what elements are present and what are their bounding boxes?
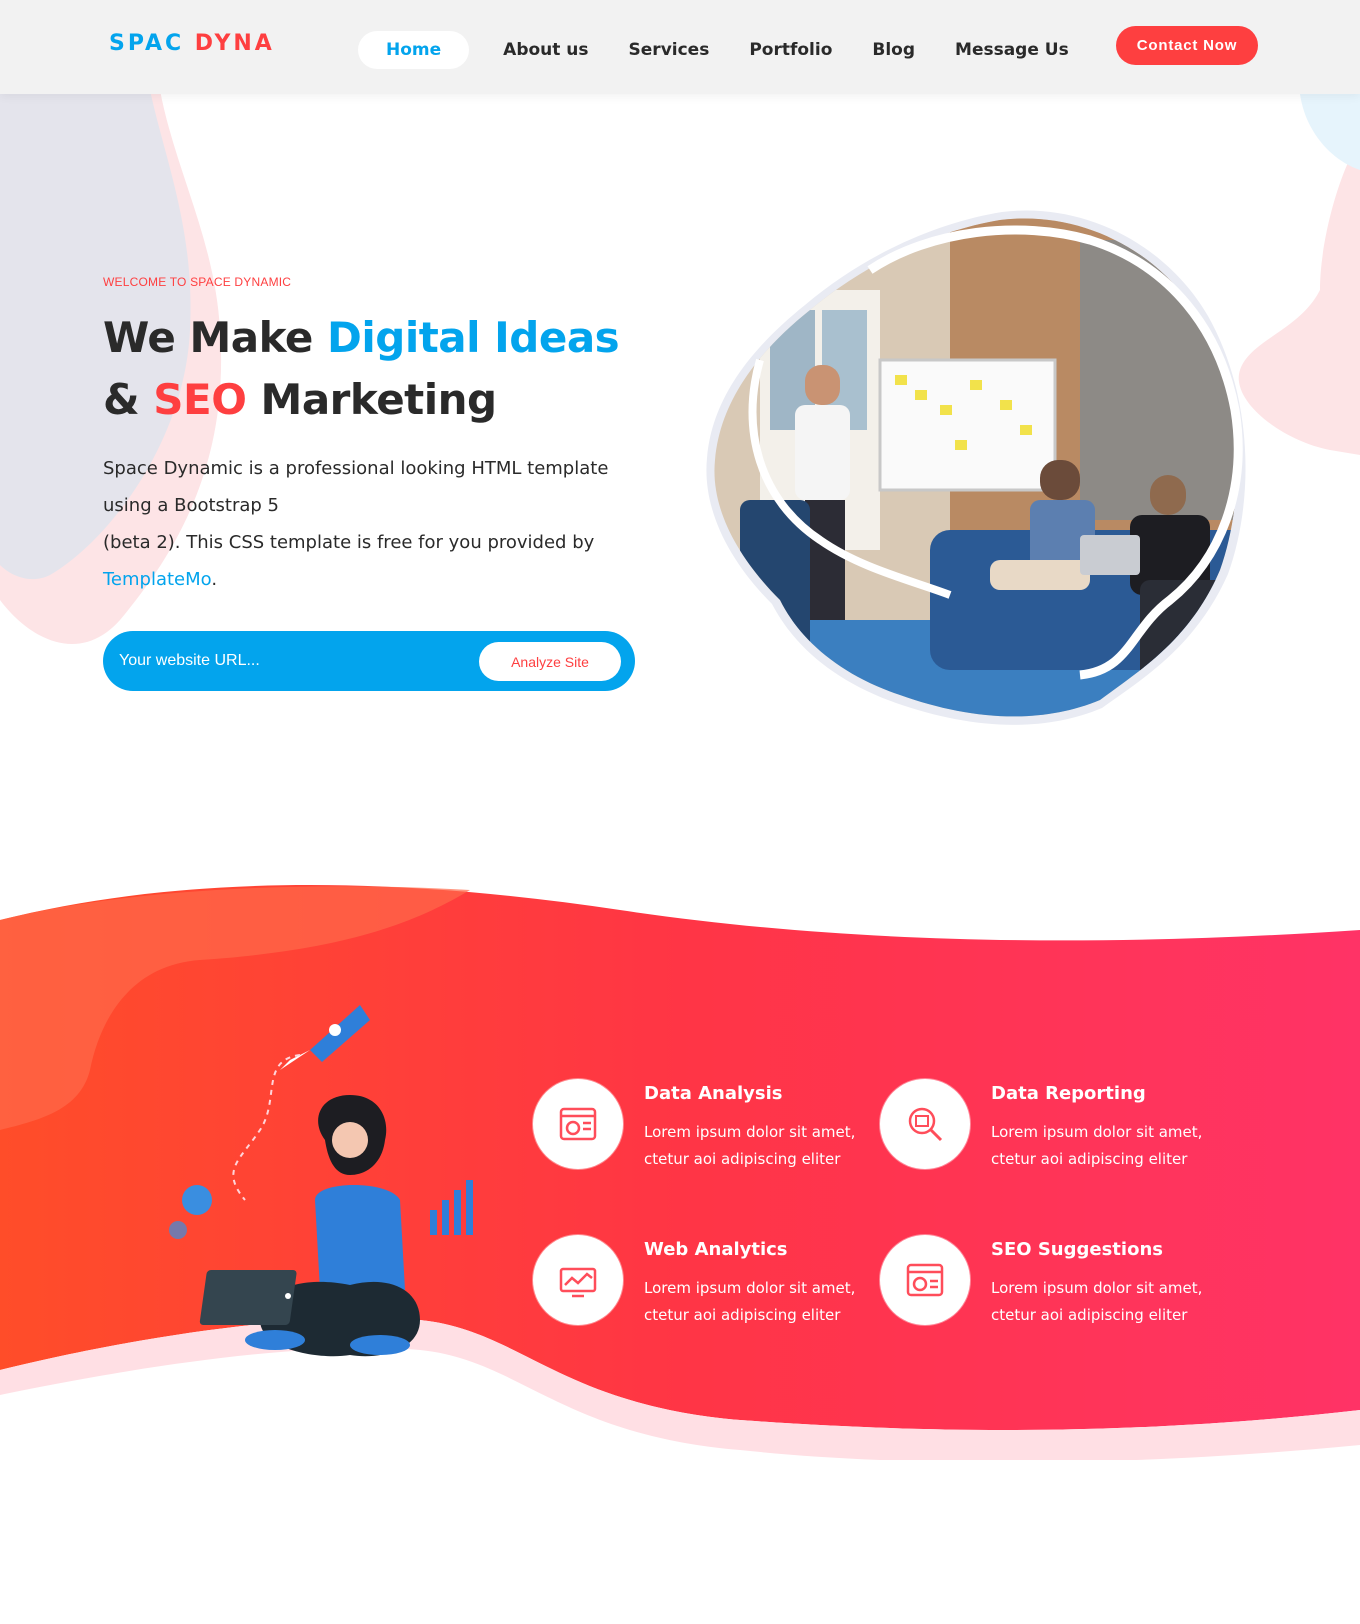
logo-text-red: DYNA (194, 31, 275, 56)
seo-suggestions-icon-circle (880, 1235, 970, 1325)
woman-laptop-illustration (169, 1005, 473, 1357)
hero-title-ampersand: & (103, 375, 140, 424)
chart-dashboard-icon (559, 1107, 597, 1141)
analytics-monitor-icon (559, 1267, 597, 1298)
web-analytics-icon-circle (533, 1235, 623, 1325)
service-title: SEO Suggestions (991, 1239, 1163, 1260)
magnifier-report-icon (908, 1107, 943, 1142)
hero-title-highlight-blue: Digital Ideas (327, 313, 620, 362)
top-navbar: SPAC DYNA Home About us Services Portfol… (0, 0, 1360, 94)
service-data-reporting[interactable]: Data Reporting Lorem ipsum dolor sit ame… (880, 1079, 1220, 1179)
welcome-label: WELCOME TO SPACE DYNAMIC (103, 275, 292, 289)
url-analyze-form: Analyze Site (103, 631, 635, 691)
service-data-analysis[interactable]: Data Analysis Lorem ipsum dolor sit amet… (533, 1079, 873, 1179)
service-web-analytics[interactable]: Web Analytics Lorem ipsum dolor sit amet… (533, 1235, 873, 1335)
hero-title-text: We Make (103, 313, 313, 362)
nav-item-services[interactable]: Services (609, 31, 730, 69)
data-reporting-icon-circle (880, 1079, 970, 1169)
hero-description-line1: Space Dynamic is a professional looking … (103, 458, 609, 516)
hero-description-end: . (211, 569, 218, 590)
nav-item-about[interactable]: About us (483, 31, 608, 69)
main-nav: Home About us Services Portfolio Blog Me… (358, 31, 1089, 69)
hero-description-line2: (beta 2). This CSS template is free for … (103, 532, 595, 553)
hero-title-end: Marketing (260, 375, 498, 424)
service-seo-suggestions[interactable]: SEO Suggestions Lorem ipsum dolor sit am… (880, 1235, 1220, 1335)
service-description: Lorem ipsum dolor sit amet, ctetur aoi a… (991, 1123, 1203, 1168)
service-description: Lorem ipsum dolor sit amet, ctetur aoi a… (644, 1123, 856, 1168)
analyze-site-button[interactable]: Analyze Site (479, 642, 621, 681)
service-description: Lorem ipsum dolor sit amet, ctetur aoi a… (991, 1279, 1203, 1324)
service-title: Data Analysis (644, 1083, 783, 1104)
team-meeting-photo (706, 210, 1246, 725)
logo-text-blue: SPAC (109, 31, 185, 56)
hero-description: Space Dynamic is a professional looking … (103, 450, 643, 598)
data-analysis-icon-circle (533, 1079, 623, 1169)
templatemo-link[interactable]: TemplateMo (103, 569, 211, 590)
service-title: Web Analytics (644, 1239, 788, 1260)
contact-now-button[interactable]: Contact Now (1116, 26, 1258, 65)
hero-title: We Make Digital Ideas & SEO Marketing (103, 307, 663, 431)
service-description: Lorem ipsum dolor sit amet, ctetur aoi a… (644, 1279, 856, 1324)
service-title: Data Reporting (991, 1083, 1146, 1104)
browser-chart-icon (906, 1263, 944, 1297)
nav-item-message[interactable]: Message Us (935, 31, 1089, 69)
hero-title-highlight-red: SEO (153, 375, 247, 424)
site-logo[interactable]: SPAC DYNA (109, 31, 275, 56)
nav-item-blog[interactable]: Blog (852, 31, 935, 69)
nav-item-home[interactable]: Home (358, 31, 470, 69)
website-url-input[interactable] (119, 645, 449, 677)
nav-item-portfolio[interactable]: Portfolio (729, 31, 852, 69)
